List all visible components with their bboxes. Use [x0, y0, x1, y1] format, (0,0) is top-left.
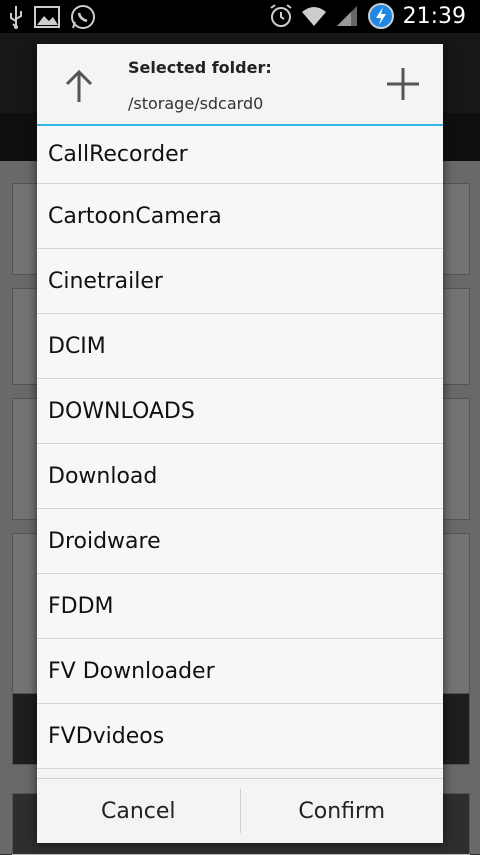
folder-item-label: DOWNLOADS [48, 398, 195, 424]
folder-item-label: CallRecorder [48, 142, 188, 167]
image-icon [34, 6, 60, 28]
usb-icon [10, 6, 22, 29]
status-time: 21:39 [402, 3, 466, 29]
navigate-up-icon[interactable] [59, 66, 99, 106]
folder-item-label: FVDvideos [48, 723, 165, 749]
new-folder-icon[interactable] [385, 66, 421, 102]
confirm-button[interactable]: Confirm [241, 779, 444, 843]
folder-list[interactable]: CallRecorder CartoonCamera Cinetrailer D… [37, 126, 443, 778]
dialog-header: Selected folder: /storage/sdcard0 [37, 44, 443, 124]
selected-folder-label: Selected folder: [128, 58, 272, 77]
folder-item-label: FV Downloader [48, 658, 215, 684]
folder-item[interactable]: FV Downloader [37, 639, 443, 704]
folder-item[interactable]: FDDM [37, 574, 443, 639]
current-path: /storage/sdcard0 [128, 94, 264, 113]
folder-item[interactable]: Droidware [37, 509, 443, 574]
wifi-icon [301, 7, 326, 26]
folder-item[interactable]: Cinetrailer [37, 249, 443, 314]
whatsapp-icon [71, 5, 95, 29]
alarm-icon [269, 4, 292, 27]
status-bar: 21:39 [0, 0, 480, 33]
folder-item-label: FDDM [48, 593, 114, 619]
folder-item-label: Download [48, 463, 158, 489]
folder-chooser-dialog: Selected folder: /storage/sdcard0 CallRe… [37, 44, 443, 843]
folder-item[interactable]: DCIM [37, 314, 443, 379]
cancel-button[interactable]: Cancel [37, 779, 240, 843]
folder-item[interactable]: DOWNLOADS [37, 379, 443, 444]
folder-item[interactable]: CallRecorder [37, 126, 443, 184]
folder-item-label: DCIM [48, 333, 106, 359]
signal-icon [336, 6, 357, 26]
folder-item-label: CartoonCamera [48, 203, 222, 229]
dialog-button-bar: Cancel Confirm [37, 778, 443, 843]
battery-charging-icon [367, 3, 394, 29]
folder-item[interactable]: CartoonCamera [37, 184, 443, 249]
folder-item[interactable]: Download [37, 444, 443, 509]
folder-item-label: Droidware [48, 528, 161, 554]
folder-item-label: Cinetrailer [48, 268, 163, 294]
folder-item[interactable]: FVDvideos [37, 704, 443, 769]
